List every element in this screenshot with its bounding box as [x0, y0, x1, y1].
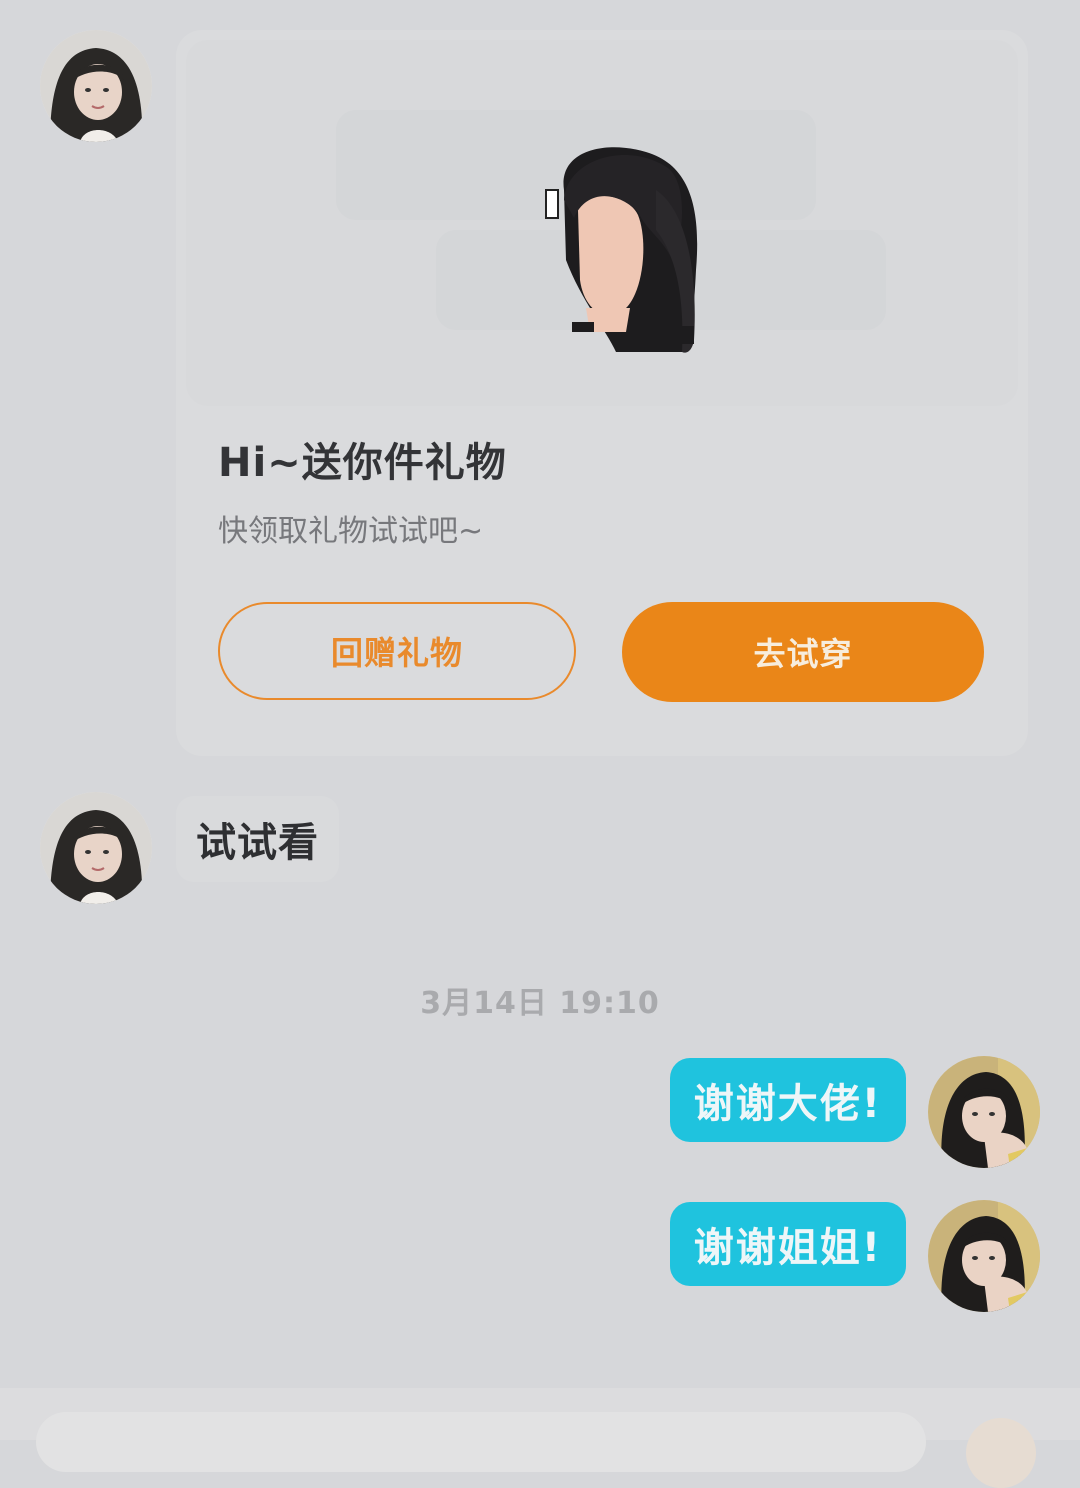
outgoing-message-bubble[interactable]: 谢谢大佬!	[669, 1058, 906, 1142]
incoming-message-bubble[interactable]: 试试看	[176, 796, 339, 882]
my-avatar[interactable]	[928, 1200, 1040, 1312]
gift-message-card[interactable]: Hi~送你件礼物 快领取礼物试试吧~ 回赠礼物 去试穿	[176, 30, 1028, 756]
message-input[interactable]	[36, 1412, 926, 1472]
outgoing-message-bubble[interactable]: 谢谢姐姐!	[669, 1202, 906, 1286]
return-gift-button[interactable]: 回赠礼物	[218, 602, 576, 700]
try-on-button[interactable]: 去试穿	[622, 602, 984, 702]
emoji-button[interactable]	[966, 1418, 1036, 1488]
message-timestamp: 3月14日 19:10	[420, 986, 660, 1021]
gift-preview-image	[186, 40, 1018, 406]
gift-title: Hi~送你件礼物	[218, 440, 507, 486]
gift-subtitle: 快领取礼物试试吧~	[218, 514, 484, 549]
sender-avatar[interactable]	[40, 30, 152, 142]
sender-avatar[interactable]	[40, 792, 152, 904]
hair-wig-icon	[336, 110, 886, 353]
my-avatar[interactable]	[928, 1056, 1040, 1168]
